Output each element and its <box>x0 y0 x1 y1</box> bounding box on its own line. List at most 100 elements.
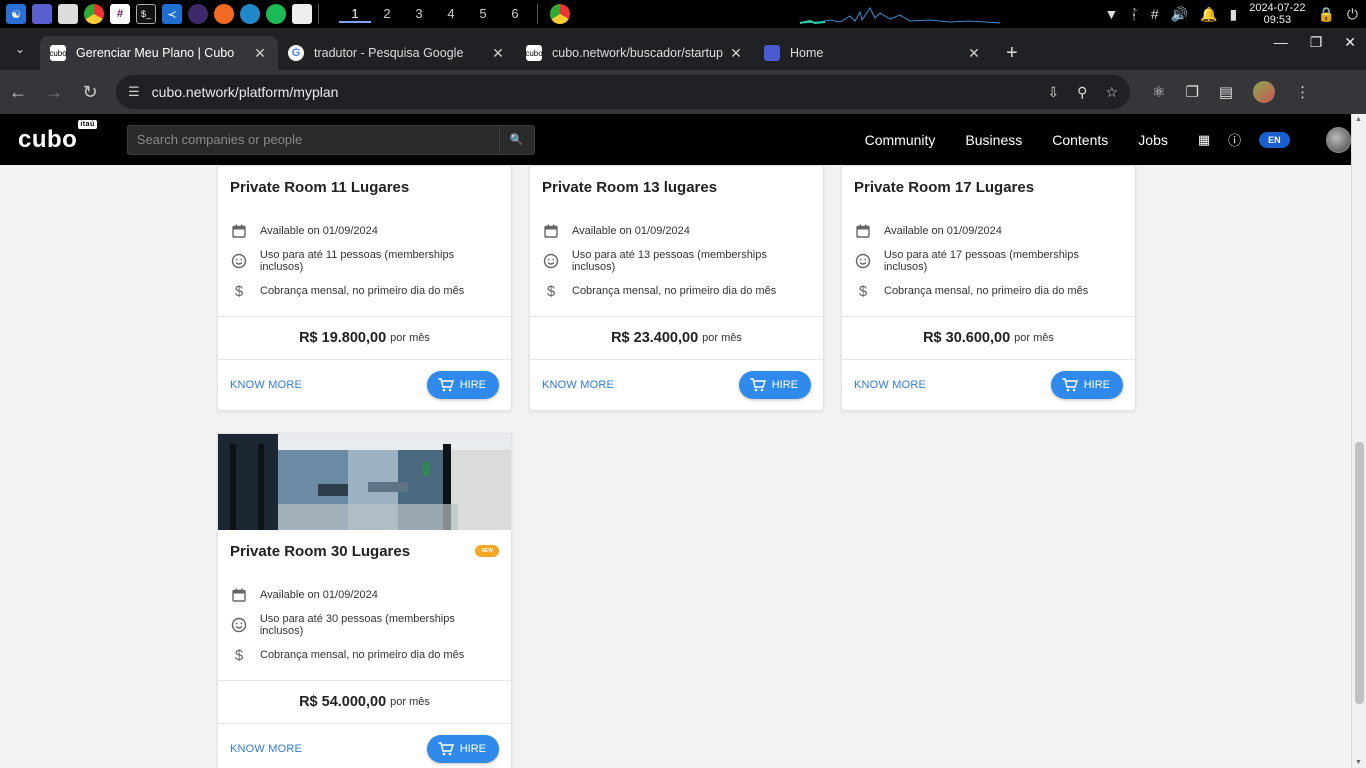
bluetooth-icon[interactable]: ᛛ <box>1130 6 1138 22</box>
workspace-6[interactable]: 6 <box>499 6 531 23</box>
scrollbar-thumb[interactable] <box>1355 442 1364 704</box>
chrome-window-icon[interactable] <box>550 4 570 24</box>
extensions-puzzle-icon[interactable]: ❐ <box>1185 83 1198 101</box>
tab-home[interactable]: Home ✕ <box>754 36 992 70</box>
page-scrollbar[interactable]: ▲ ▼ <box>1351 114 1366 768</box>
tab-title: Home <box>790 46 824 60</box>
workspace-switcher[interactable]: 1 2 3 4 5 6 <box>339 6 531 23</box>
chrome-icon[interactable] <box>84 4 104 24</box>
workspace-5[interactable]: 5 <box>467 6 499 23</box>
availability-row: Available on 01/09/2024 <box>854 216 1123 246</box>
tab-close-icon[interactable]: ✕ <box>490 45 506 62</box>
extension-react-icon[interactable]: ⚛ <box>1152 83 1165 101</box>
usage-row: Uso para até 11 pessoas (memberships inc… <box>230 246 499 276</box>
lock-icon[interactable]: 🔒 <box>1317 6 1334 23</box>
availability-text: Available on 01/09/2024 <box>884 225 1002 237</box>
browser-icon[interactable] <box>188 4 208 24</box>
availability-row: Available on 01/09/2024 <box>542 216 811 246</box>
menu-community[interactable]: Community <box>865 132 936 148</box>
browser-toolbar: ← → ↻ ☰ cubo.network/platform/myplan ⇩ ⚲… <box>0 70 1366 114</box>
reload-icon[interactable]: ↻ <box>72 82 108 103</box>
slack-icon[interactable]: # <box>110 4 130 24</box>
plan-card: Private Room 11 Lugares Available on 01/… <box>217 165 512 411</box>
cubo-logo[interactable]: cuboitaú <box>18 119 97 154</box>
profile-avatar[interactable] <box>1253 81 1276 103</box>
plan-title-text: Private Room 17 Lugares <box>854 178 1035 196</box>
plan-price: R$ 54.000,00 por mês <box>218 680 511 724</box>
hire-button[interactable]: HIRE <box>1050 371 1123 399</box>
battery-icon[interactable]: ▮ <box>1229 6 1237 23</box>
firefox-icon[interactable] <box>214 4 234 24</box>
kali-menu-icon[interactable]: ☯ <box>6 4 26 24</box>
files-icon[interactable] <box>58 4 78 24</box>
user-avatar[interactable] <box>1325 126 1351 153</box>
hire-button[interactable]: HIRE <box>426 371 499 399</box>
plan-card: Private Room 17 Lugares Available on 01/… <box>841 165 1136 411</box>
bookmark-star-icon[interactable]: ☆ <box>1105 84 1118 101</box>
window-controls: — ❐ ✕ <box>1274 34 1356 51</box>
calendar-icon <box>854 222 872 240</box>
hire-label: HIRE <box>459 743 486 755</box>
clock-date: 2024-07-22 <box>1249 2 1306 14</box>
search-input[interactable] <box>126 124 499 155</box>
workspace-2[interactable]: 2 <box>371 6 403 23</box>
document-icon[interactable] <box>292 4 312 24</box>
workspace-1[interactable]: 1 <box>339 6 371 23</box>
url-text[interactable]: cubo.network/platform/myplan <box>152 84 1048 100</box>
price-amount: R$ 23.400,00 <box>611 330 699 346</box>
new-tab-icon[interactable]: + <box>1006 36 1018 70</box>
apps-grid-icon[interactable]: ▦ <box>1198 132 1210 148</box>
language-switch[interactable]: EN <box>1259 131 1290 148</box>
vscode-icon[interactable]: ≺ <box>162 4 182 24</box>
billing-text: Cobrança mensal, no primeiro dia do mês <box>884 285 1089 297</box>
know-more-link[interactable]: KNOW MORE <box>230 743 302 755</box>
tab-cubo-myplan[interactable]: cubo Gerenciar Meu Plano | Cubo ✕ <box>40 36 278 70</box>
zoom-icon[interactable]: ⚲ <box>1077 84 1087 101</box>
maximize-icon[interactable]: ❐ <box>1310 34 1323 51</box>
back-icon[interactable]: ← <box>0 82 36 103</box>
address-bar[interactable]: ☰ cubo.network/platform/myplan ⇩ ⚲ ☆ <box>116 75 1130 109</box>
scroll-up-icon[interactable]: ▲ <box>1355 116 1362 123</box>
wireshark-icon[interactable] <box>240 4 260 24</box>
slack-tray-icon[interactable]: # <box>1151 6 1159 22</box>
desktop-icon[interactable] <box>32 4 52 24</box>
tab-close-icon[interactable]: ✕ <box>252 45 268 62</box>
workspace-4[interactable]: 4 <box>435 6 467 23</box>
site-info-icon[interactable]: ☰ <box>128 84 140 100</box>
know-more-link[interactable]: KNOW MORE <box>854 379 926 391</box>
volume-icon[interactable]: 🔊 <box>1171 6 1188 23</box>
install-app-icon[interactable]: ⇩ <box>1047 84 1059 101</box>
calendar-icon <box>230 222 248 240</box>
tab-google-search[interactable]: G tradutor - Pesquisa Google ✕ <box>278 36 516 70</box>
spotify-icon[interactable] <box>266 4 286 24</box>
know-more-link[interactable]: KNOW MORE <box>230 379 302 391</box>
cubo-favicon-icon: cubo <box>525 45 543 61</box>
price-period: por mês <box>390 696 430 708</box>
browser-menu-icon[interactable]: ⋮ <box>1295 83 1310 101</box>
terminal-icon[interactable]: $_ <box>136 4 156 24</box>
tab-cubo-buscador[interactable]: cubo cubo.network/buscador/startup ✕ <box>516 36 754 70</box>
hire-button[interactable]: HIRE <box>738 371 811 399</box>
menu-business[interactable]: Business <box>965 132 1022 148</box>
help-icon[interactable]: ⓘ <box>1228 130 1241 149</box>
power-icon[interactable]: ⏻ <box>1347 6 1358 23</box>
wifi-icon[interactable]: ▼ <box>1105 6 1119 22</box>
plan-title-text: Private Room 13 lugares <box>542 178 718 196</box>
bell-icon[interactable]: 🔔 <box>1200 6 1217 23</box>
menu-contents[interactable]: Contents <box>1052 132 1108 148</box>
tab-search-icon[interactable]: ⌄ <box>0 28 40 70</box>
forward-icon[interactable]: → <box>36 82 72 103</box>
search-button[interactable]: 🔍 <box>498 124 535 155</box>
reading-list-icon[interactable]: ▤ <box>1219 83 1233 101</box>
know-more-link[interactable]: KNOW MORE <box>542 379 614 391</box>
scroll-down-icon[interactable]: ▼ <box>1355 759 1362 766</box>
tab-close-icon[interactable]: ✕ <box>728 45 744 62</box>
hire-button[interactable]: HIRE <box>426 735 499 763</box>
taskbar-separator <box>318 4 319 24</box>
close-window-icon[interactable]: ✕ <box>1344 34 1356 51</box>
menu-jobs[interactable]: Jobs <box>1138 132 1168 148</box>
clock[interactable]: 2024-07-22 09:53 <box>1249 2 1305 26</box>
workspace-3[interactable]: 3 <box>403 6 435 23</box>
minimize-icon[interactable]: — <box>1274 34 1288 51</box>
tab-close-icon[interactable]: ✕ <box>966 45 982 62</box>
